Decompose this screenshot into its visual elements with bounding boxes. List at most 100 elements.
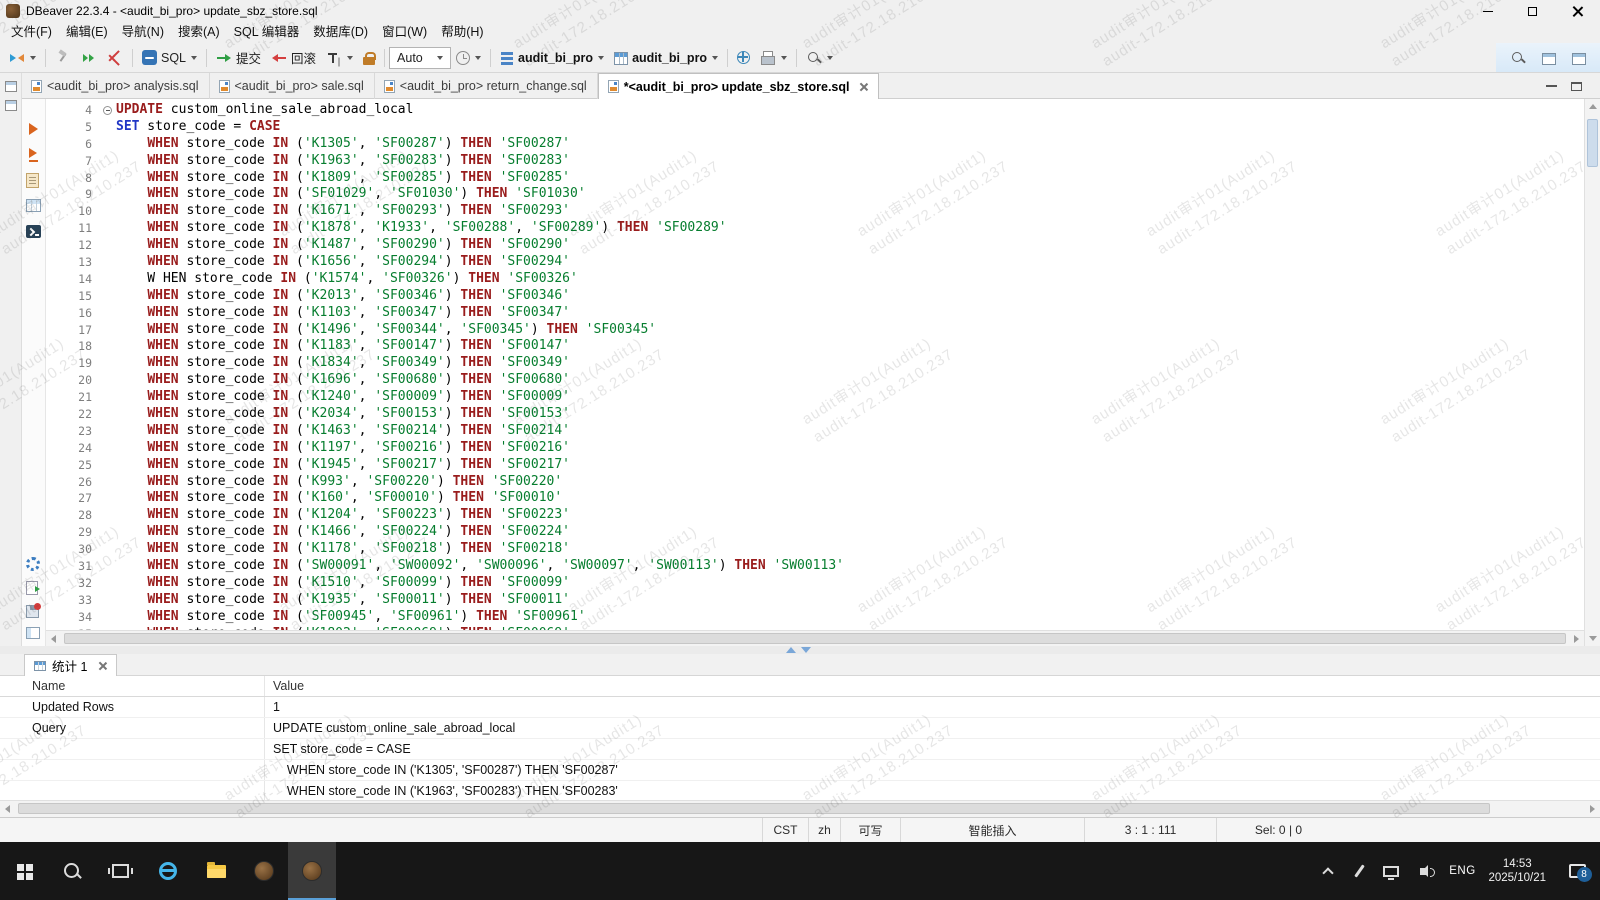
explain-plan-button[interactable]	[26, 173, 39, 188]
editor-tab[interactable]: <audit_bi_pro> sale.sql	[210, 73, 375, 99]
code-line[interactable]: 8 WHEN store_code IN ('K1809', 'SF00285'…	[46, 170, 1584, 187]
scroll-right-icon[interactable]	[1590, 805, 1595, 813]
text-transform-button[interactable]	[321, 46, 358, 70]
panel-sash[interactable]	[0, 646, 1600, 654]
code-line[interactable]: 23 WHEN store_code IN ('K1463', 'SF00214…	[46, 423, 1584, 440]
table-row[interactable]: QueryUPDATE custom_online_sale_abroad_lo…	[0, 718, 1600, 739]
menu-item[interactable]: 搜索(A)	[171, 22, 227, 43]
sash-collapse-control[interactable]	[786, 647, 811, 653]
sql-editor-menu-button[interactable]: SQL	[137, 46, 202, 70]
code-line[interactable]: 33 WHEN store_code IN ('K1935', 'SF00011…	[46, 592, 1584, 609]
editor-tab[interactable]: <audit_bi_pro> analysis.sql	[22, 73, 210, 99]
connection-button[interactable]	[4, 46, 41, 70]
code-line[interactable]: 26 WHEN store_code IN ('K993', 'SF00220'…	[46, 474, 1584, 491]
code-line[interactable]: 31 WHEN store_code IN ('SW00091', 'SW000…	[46, 558, 1584, 575]
code-line[interactable]: 11 WHEN store_code IN ('K1878', 'K1933',…	[46, 220, 1584, 237]
rollback-button[interactable]: 回滚	[266, 46, 321, 70]
language-indicator[interactable]: ENG	[1444, 842, 1480, 900]
sql-editor[interactable]: 4UPDATE custom_online_sale_abroad_local5…	[46, 99, 1584, 630]
code-line[interactable]: 18 WHEN store_code IN ('K1183', 'SF00147…	[46, 338, 1584, 355]
table-row[interactable]: WHEN store_code IN ('K1963', 'SF00283') …	[0, 781, 1600, 800]
code-line[interactable]: 15 WHEN store_code IN ('K2013', 'SF00346…	[46, 288, 1584, 305]
code-line[interactable]: 13 WHEN store_code IN ('K1656', 'SF00294…	[46, 254, 1584, 271]
grid-view-button[interactable]	[26, 627, 40, 639]
schema-selector[interactable]: audit_bi_pro	[609, 46, 723, 70]
code-line[interactable]: 4UPDATE custom_online_sale_abroad_local	[46, 102, 1584, 119]
tray-expand-button[interactable]	[1312, 842, 1344, 900]
code-line[interactable]: 29 WHEN store_code IN ('K1466', 'SF00224…	[46, 524, 1584, 541]
column-header-name[interactable]: Name	[0, 676, 265, 696]
quick-search-icon[interactable]	[1510, 50, 1526, 66]
fetch-results-button[interactable]	[26, 199, 41, 212]
editor-tab[interactable]: <audit_bi_pro> return_change.sql	[375, 73, 598, 99]
maximize-view-icon[interactable]	[1571, 82, 1582, 91]
code-line[interactable]: 20 WHEN store_code IN ('K1696', 'SF00680…	[46, 372, 1584, 389]
code-line[interactable]: 12 WHEN store_code IN ('K1487', 'SF00290…	[46, 237, 1584, 254]
code-line[interactable]: 21 WHEN store_code IN ('K1240', 'SF00009…	[46, 389, 1584, 406]
minimize-button[interactable]	[1465, 0, 1510, 22]
start-button[interactable]	[0, 842, 48, 900]
tab-close-icon[interactable]	[98, 661, 107, 670]
results-horizontal-scrollbar[interactable]	[0, 800, 1600, 817]
tab-close-icon[interactable]	[859, 82, 868, 91]
code-line[interactable]: 32 WHEN store_code IN ('K1510', 'SF00099…	[46, 575, 1584, 592]
maximize-button[interactable]	[1510, 0, 1555, 22]
export-button[interactable]	[26, 581, 38, 595]
restore-view-button[interactable]	[5, 81, 17, 92]
code-line[interactable]: 24 WHEN store_code IN ('K1197', 'SF00216…	[46, 440, 1584, 457]
file-explorer-button[interactable]	[192, 842, 240, 900]
menu-item[interactable]: 窗口(W)	[375, 22, 434, 43]
menu-item[interactable]: SQL 编辑器	[227, 22, 307, 43]
taskbar-search-button[interactable]	[48, 842, 96, 900]
editor-horizontal-scrollbar[interactable]	[46, 630, 1584, 646]
code-line[interactable]: 14 W HEN store_code IN ('K1574', 'SF0032…	[46, 271, 1584, 288]
taskbar-clock[interactable]: 14:53 2025/10/21	[1480, 842, 1554, 900]
code-line[interactable]: 34 WHEN store_code IN ('SF00945', 'SF009…	[46, 609, 1584, 626]
dbeaver-taskbar-button[interactable]	[288, 842, 336, 900]
collapse-marker-icon[interactable]	[103, 106, 112, 115]
display-tray-button[interactable]	[1374, 842, 1408, 900]
scroll-down-icon[interactable]	[1589, 636, 1597, 641]
save-button[interactable]	[26, 605, 39, 618]
vertical-scrollbar-thumb[interactable]	[1587, 119, 1598, 167]
code-line[interactable]: 16 WHEN store_code IN ('K1103', 'SF00347…	[46, 305, 1584, 322]
code-line[interactable]: 7 WHEN store_code IN ('K1963', 'SF00283'…	[46, 153, 1584, 170]
minimize-view-icon[interactable]	[1546, 85, 1557, 87]
action-center-button[interactable]: 8	[1554, 842, 1600, 900]
close-button[interactable]	[1555, 0, 1600, 22]
pinned-app-button[interactable]	[240, 842, 288, 900]
column-header-value[interactable]: Value	[265, 676, 304, 696]
horizontal-scrollbar-thumb[interactable]	[18, 803, 1490, 814]
scroll-left-icon[interactable]	[51, 635, 56, 643]
code-line[interactable]: 9 WHEN store_code IN ('SF01029', 'SF0103…	[46, 186, 1584, 203]
table-row[interactable]: WHEN store_code IN ('K1305', 'SF00287') …	[0, 760, 1600, 781]
execute-statement-button[interactable]	[26, 121, 42, 137]
edge-button[interactable]	[144, 842, 192, 900]
settings-gear-icon[interactable]	[26, 557, 40, 571]
scroll-left-icon[interactable]	[5, 805, 10, 813]
lock-button[interactable]	[358, 46, 380, 70]
tab-statistics[interactable]: 统计 1	[24, 654, 117, 676]
scroll-right-icon[interactable]	[1574, 635, 1579, 643]
editor-tab[interactable]: *<audit_bi_pro> update_sbz_store.sql	[598, 73, 880, 99]
perspective-icon[interactable]	[1542, 53, 1556, 65]
menu-item[interactable]: 导航(N)	[115, 22, 171, 43]
menu-item[interactable]: 文件(F)	[4, 22, 59, 43]
pin-button[interactable]	[50, 46, 76, 70]
table-row[interactable]: SET store_code = CASE	[0, 739, 1600, 760]
open-console-button[interactable]	[26, 225, 41, 238]
reconnect-button[interactable]	[76, 46, 102, 70]
scroll-up-icon[interactable]	[1589, 104, 1597, 109]
task-view-button[interactable]	[96, 842, 144, 900]
autocommit-combo[interactable]: Auto	[389, 47, 451, 69]
code-line[interactable]: 22 WHEN store_code IN ('K2034', 'SF00153…	[46, 406, 1584, 423]
search-menu-button[interactable]	[801, 46, 838, 70]
code-line[interactable]: 19 WHEN store_code IN ('K1834', 'SF00349…	[46, 355, 1584, 372]
code-line[interactable]: 6 WHEN store_code IN ('K1305', 'SF00287'…	[46, 136, 1584, 153]
code-line[interactable]: 10 WHEN store_code IN ('K1671', 'SF00293…	[46, 203, 1584, 220]
editor-vertical-scrollbar[interactable]	[1584, 99, 1600, 646]
database-selector[interactable]: audit_bi_pro	[495, 46, 609, 70]
menu-item[interactable]: 数据库(D)	[306, 22, 375, 43]
code-line[interactable]: 25 WHEN store_code IN ('K1945', 'SF00217…	[46, 457, 1584, 474]
restore-view-button-2[interactable]	[5, 100, 17, 111]
